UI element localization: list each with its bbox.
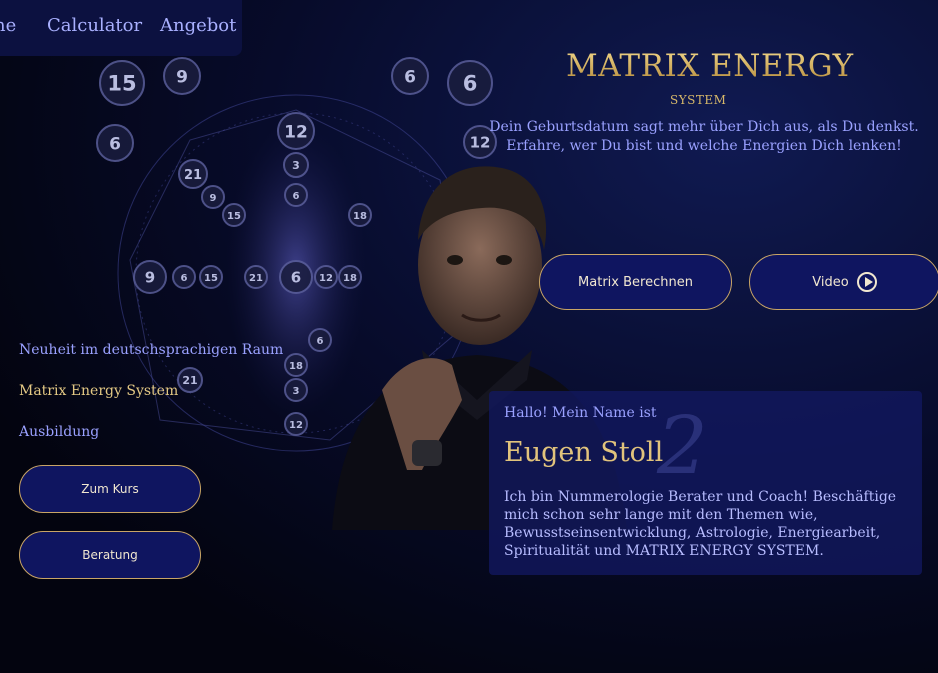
matrix-badge: 6	[391, 57, 429, 95]
matrix-badge-number: 6	[293, 191, 300, 202]
matrix-badge: 3	[283, 152, 309, 178]
play-icon	[856, 272, 877, 292]
video-label: Video	[812, 274, 849, 290]
side-ausbildung: Ausbildung	[19, 424, 100, 440]
matrix-badge: 12	[277, 112, 315, 150]
beratung-label: Beratung	[82, 548, 138, 562]
matrix-badge: 15	[99, 60, 145, 106]
matrix-badge: 21	[178, 159, 208, 189]
matrix-badge-number: 21	[249, 273, 263, 284]
matrix-badge: 9	[133, 260, 167, 294]
matrix-badge-number: 21	[184, 168, 202, 183]
matrix-badge-number: 3	[293, 386, 300, 397]
matrix-badge: 15	[222, 203, 246, 227]
video-button[interactable]: Video	[749, 254, 938, 310]
side-headline: Neuheit im deutschsprachigen Raum	[19, 342, 284, 358]
nav-item-angebot[interactable]: Angebot	[160, 15, 236, 36]
matrix-badge: 9	[163, 57, 201, 95]
matrix-badge: 18	[284, 353, 308, 377]
matrix-badge: 21	[177, 367, 203, 393]
hero-tagline: Dein Geburtsdatum sagt mehr über Dich au…	[489, 119, 919, 154]
matrix-badge-number: 6	[404, 67, 416, 87]
matrix-berechnen-button[interactable]: Matrix Berechnen	[539, 254, 732, 310]
matrix-badge-number: 9	[145, 269, 155, 287]
matrix-badge-number: 6	[291, 269, 301, 287]
zum-kurs-label: Zum Kurs	[81, 482, 139, 496]
matrix-badge-number: 6	[181, 273, 188, 284]
intro-name: Eugen Stoll	[504, 437, 664, 468]
nav-item-calculator[interactable]: Calculator	[47, 15, 142, 36]
matrix-badge-number: 15	[204, 273, 218, 284]
matrix-badge-number: 21	[182, 374, 197, 387]
matrix-berechnen-label: Matrix Berechnen	[578, 274, 693, 290]
hero-title: MATRIX ENERGY	[566, 48, 854, 84]
matrix-badge: 6	[172, 265, 196, 289]
zum-kurs-button[interactable]: Zum Kurs	[19, 465, 201, 513]
matrix-badge-number: 9	[176, 67, 188, 87]
matrix-badge: 6	[279, 260, 313, 294]
matrix-badge-number: 18	[289, 361, 303, 372]
beratung-button[interactable]: Beratung	[19, 531, 201, 579]
matrix-badge: 6	[447, 60, 493, 106]
side-subheadline: Matrix Energy System	[19, 383, 179, 399]
matrix-badge: 6	[96, 124, 134, 162]
top-nav: ne Calculator Angebot	[0, 0, 242, 56]
matrix-badge: 9	[201, 185, 225, 209]
matrix-badge-number: 15	[107, 72, 136, 96]
hero-subtitle: SYSTEM	[670, 93, 727, 107]
matrix-badge-number: 15	[227, 211, 241, 222]
matrix-badge: 21	[244, 265, 268, 289]
matrix-badge: 3	[284, 378, 308, 402]
nav-item-home[interactable]: ne	[0, 15, 16, 36]
matrix-badge: 15	[199, 265, 223, 289]
matrix-badge-number: 12	[284, 122, 308, 142]
matrix-badge: 6	[284, 183, 308, 207]
matrix-badge-number: 6	[109, 134, 121, 154]
intro-card: 2 Hallo! Mein Name ist Eugen Stoll Ich b…	[489, 391, 922, 575]
matrix-badge-number: 6	[463, 72, 478, 96]
matrix-badge-number: 9	[210, 193, 217, 204]
intro-bio: Ich bin Nummerologie Berater und Coach! …	[504, 489, 897, 559]
matrix-badge-number: 12	[289, 420, 303, 431]
matrix-badge-number: 3	[292, 159, 300, 172]
decorative-number: 2	[657, 399, 708, 492]
matrix-badge: 12	[284, 412, 308, 436]
intro-greeting: Hallo! Mein Name ist	[504, 405, 657, 421]
